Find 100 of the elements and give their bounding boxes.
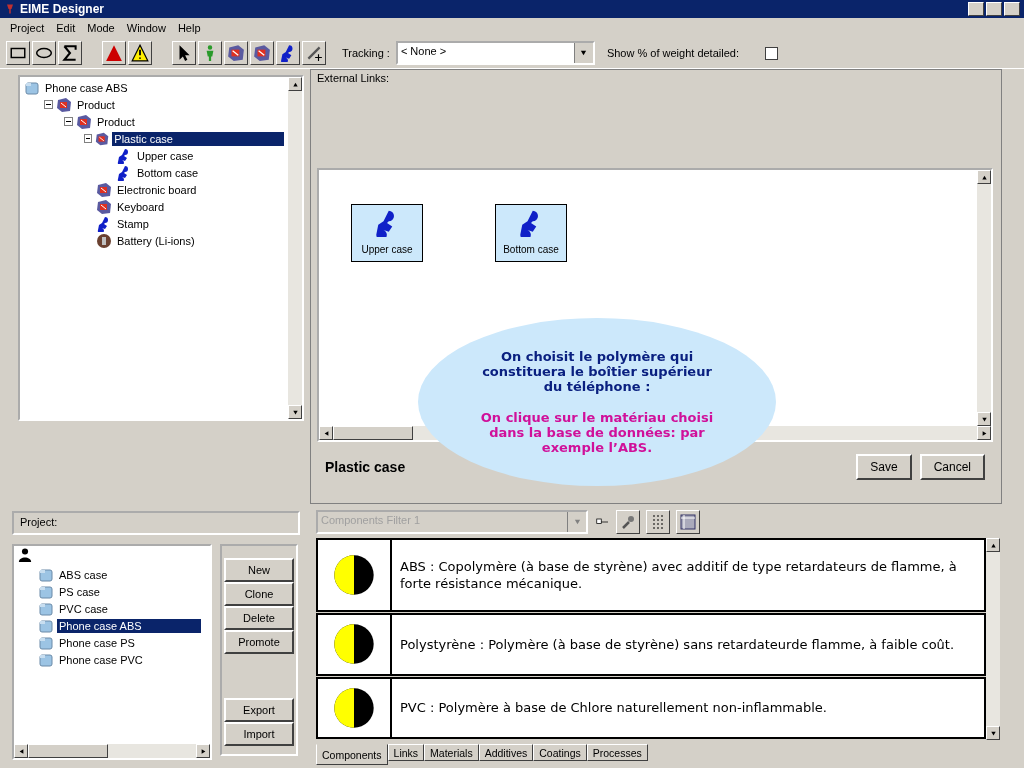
expand-toggle[interactable] — [44, 100, 53, 109]
tab[interactable]: Components — [316, 744, 388, 765]
scrollbar[interactable] — [977, 170, 991, 426]
toolbar-button[interactable] — [128, 41, 152, 65]
component-node[interactable]: Upper case — [351, 204, 423, 262]
component-node[interactable]: Bottom case — [495, 204, 567, 262]
grid-icon — [680, 514, 696, 530]
callout-text: On choisit le polymère qui constituera le boîtier supérieur du téléphone : — [481, 349, 713, 394]
folder-icon — [38, 651, 54, 668]
menu-item[interactable]: Help — [171, 22, 207, 34]
scrollbar-thumb[interactable] — [333, 426, 413, 440]
dialog-button[interactable]: Cancel — [919, 454, 985, 480]
scrollbar[interactable] — [288, 77, 302, 419]
tab[interactable]: Additives — [478, 744, 534, 761]
menu-item[interactable]: Mode — [81, 22, 121, 34]
case-list-item[interactable]: Phone case PS — [57, 635, 137, 650]
menu-item[interactable]: Window — [120, 22, 172, 34]
toolbar-button[interactable] — [250, 41, 274, 65]
toolbar-button[interactable] — [302, 41, 326, 65]
folder-icon — [24, 79, 40, 96]
selected-item-name: Plastic case — [325, 459, 407, 475]
tab[interactable]: Processes — [586, 744, 648, 761]
expand-toggle[interactable] — [84, 134, 93, 143]
folder-icon — [38, 566, 54, 583]
product-icon — [95, 130, 110, 147]
tree-item[interactable]: Plastic case — [112, 131, 284, 146]
toolbar-button[interactable] — [102, 41, 126, 65]
wrench-icon — [620, 514, 636, 530]
case-list-item[interactable]: PS case — [57, 584, 102, 599]
tracking-dropdown[interactable]: < None > — [395, 41, 595, 65]
tab[interactable]: Coatings — [533, 744, 587, 761]
tree-item[interactable]: Product — [95, 114, 137, 129]
toolbar-button[interactable] — [616, 510, 640, 534]
scrollbar-thumb[interactable] — [28, 744, 108, 758]
toolbar-button[interactable] — [32, 41, 56, 65]
action-button[interactable]: Promote — [224, 630, 294, 654]
half-circle-icon — [333, 623, 375, 666]
tree-item[interactable]: Keyboard — [115, 199, 167, 214]
tree-item[interactable]: Phone case ABS — [43, 80, 130, 95]
material-description: PVC : Polymère à base de Chlore naturellement non-inflammable. — [399, 699, 828, 718]
minimize-button[interactable] — [968, 2, 984, 16]
tab[interactable]: Links — [387, 744, 425, 761]
tab[interactable]: Materials — [424, 744, 479, 761]
window-title: EIME Designer — [20, 2, 106, 16]
material-row[interactable]: PVC : Polymère à base de Chlore naturellement non-inflammable. — [316, 676, 986, 739]
down-arrow-icon — [980, 416, 988, 422]
product-icon — [253, 44, 271, 62]
action-button[interactable]: Export — [224, 698, 294, 722]
case-list-item[interactable]: Phone case ABS — [57, 618, 201, 633]
folder-icon — [38, 617, 54, 634]
caret-icon — [572, 519, 582, 525]
up-arrow-icon — [980, 174, 988, 180]
toolbar-button[interactable] — [646, 510, 670, 534]
action-button[interactable]: Clone — [224, 582, 294, 606]
toolbar-button[interactable] — [224, 41, 248, 65]
user-icon — [18, 548, 32, 562]
folder-icon — [38, 600, 54, 617]
alert-triangle-icon — [105, 44, 123, 62]
maximize-button[interactable] — [986, 2, 1002, 16]
action-button[interactable]: New — [224, 558, 294, 582]
scrollbar[interactable] — [14, 744, 210, 758]
half-circle-icon — [333, 686, 375, 729]
material-description: Polystyrène : Polymère (à base de styrène) sans retardateurde flamme, à faible coût. — [399, 635, 956, 654]
material-row[interactable]: Polystyrène : Polymère (à base de styrène) sans retardateurde flamme, à faible coût. — [316, 613, 986, 676]
case-list-item[interactable]: PVC case — [57, 601, 110, 616]
right-arrow-icon — [200, 747, 206, 755]
left-arrow-icon — [18, 747, 24, 755]
down-arrow-icon — [989, 730, 997, 736]
tree-item[interactable]: Product — [75, 97, 117, 112]
action-button[interactable]: Delete — [224, 606, 294, 630]
tree-item[interactable]: Bottom case — [135, 165, 201, 180]
folder-icon — [38, 634, 54, 651]
sigma-icon — [61, 44, 79, 62]
case-list-item[interactable]: Phone case PVC — [57, 652, 145, 667]
scrollbar[interactable] — [986, 538, 1000, 740]
toolbar-button[interactable] — [58, 41, 82, 65]
material-row[interactable]: ABS : Copolymère (à base de styrène) avec additif de type retardateurs de flamme, à forte résistance mécanique. — [316, 538, 986, 613]
toolbar-button[interactable] — [172, 41, 196, 65]
menu-item[interactable]: Project — [4, 22, 51, 34]
node-label: Upper case — [361, 244, 413, 255]
close-button[interactable] — [1004, 2, 1020, 16]
tree-item[interactable]: Stamp — [115, 216, 151, 231]
folder-icon — [38, 583, 54, 600]
expand-toggle[interactable] — [64, 117, 73, 126]
case-list-item[interactable]: ABS case — [57, 567, 110, 582]
action-button[interactable]: Import — [224, 722, 294, 746]
toolbar-button[interactable] — [198, 41, 222, 65]
toolbar-button[interactable] — [676, 510, 700, 534]
project-field: Project: — [12, 511, 300, 535]
up-arrow-icon — [291, 81, 299, 87]
tree-item[interactable]: Battery (Li-ions) — [115, 233, 197, 248]
tree-item[interactable]: Electronic board — [115, 182, 199, 197]
weight-detail-checkbox[interactable] — [765, 46, 778, 60]
tree-item[interactable]: Upper case — [135, 148, 196, 163]
dialog-button[interactable]: Save — [856, 454, 912, 480]
node-label: Bottom case — [503, 244, 559, 255]
toolbar-button[interactable] — [276, 41, 300, 65]
toolbar-button[interactable] — [6, 41, 30, 65]
menu-item[interactable]: Edit — [50, 22, 82, 34]
product-icon — [96, 181, 112, 198]
